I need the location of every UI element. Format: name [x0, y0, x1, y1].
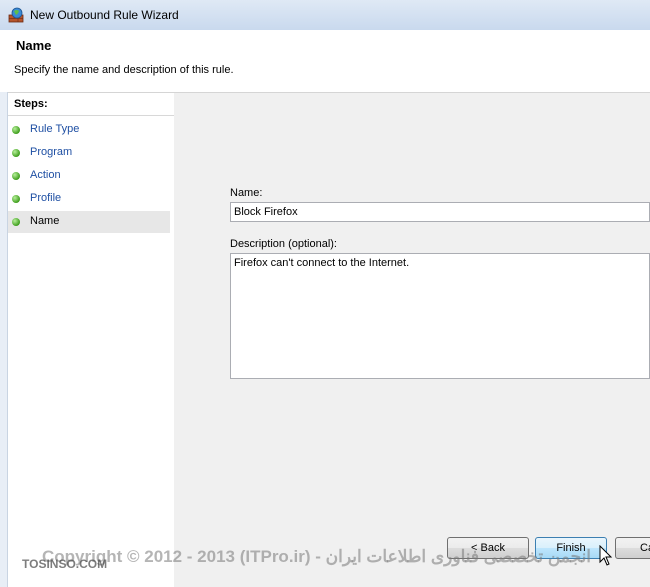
step-label: Program	[30, 146, 73, 158]
page-subtitle: Specify the name and description of this…	[14, 64, 234, 76]
step-rule-type[interactable]: Rule Type	[8, 119, 170, 141]
description-textarea[interactable]: Firefox can't connect to the Internet.	[230, 253, 650, 379]
green-dot-icon	[12, 172, 20, 180]
step-label: Profile	[30, 192, 62, 204]
description-label: Description (optional):	[230, 238, 337, 250]
name-input[interactable]: Block Firefox	[230, 202, 650, 222]
title-bar: New Outbound Rule Wizard	[0, 0, 650, 31]
firewall-globe-icon	[8, 7, 24, 23]
step-label: Action	[30, 169, 61, 181]
page-title: Name	[16, 38, 52, 53]
green-dot-icon	[12, 218, 20, 226]
window-left-edge	[0, 92, 8, 587]
green-dot-icon	[12, 126, 20, 134]
main-panel: Name: Block Firefox Description (optiona…	[175, 93, 650, 587]
step-action[interactable]: Action	[8, 165, 170, 187]
wizard-header: Name Specify the name and description of…	[0, 30, 650, 93]
step-program[interactable]: Program	[8, 142, 170, 164]
mouse-pointer-icon	[599, 545, 613, 566]
steps-pane: Steps: Rule Type Program Action Profile …	[8, 93, 174, 587]
step-label: Rule Type	[30, 123, 80, 135]
window-title: New Outbound Rule Wizard	[30, 8, 179, 22]
site-watermark: TOSINSO.COM	[22, 557, 108, 571]
name-label: Name:	[230, 187, 263, 199]
steps-divider	[8, 115, 174, 116]
cancel-button[interactable]: Cancel	[615, 537, 650, 559]
copyright-watermark: Copyright © 2012 - 2013 (ITPro.ir) - انج…	[42, 547, 592, 566]
green-dot-icon	[12, 149, 20, 157]
step-profile[interactable]: Profile	[8, 188, 170, 210]
step-label: Name	[30, 215, 60, 227]
step-name[interactable]: Name	[8, 211, 170, 233]
green-dot-icon	[12, 195, 20, 203]
steps-title: Steps:	[14, 98, 48, 110]
